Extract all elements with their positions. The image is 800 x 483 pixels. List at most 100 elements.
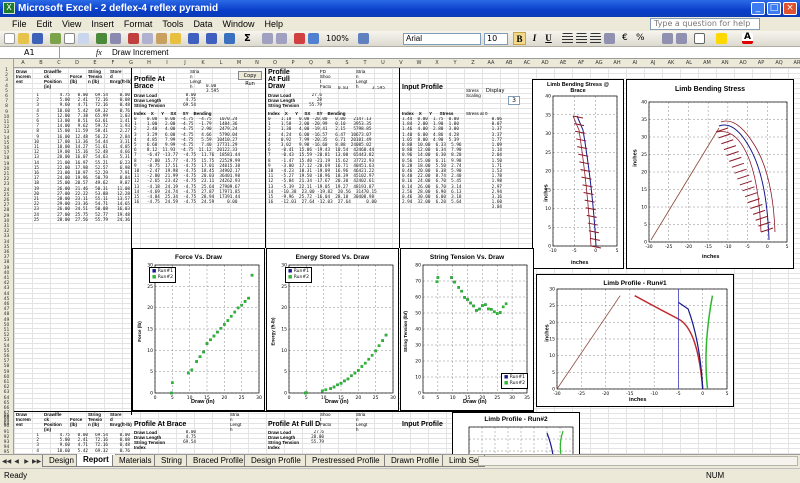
tab-drawn-profile[interactable]: Drawn Profile — [384, 455, 447, 467]
column-header[interactable]: U — [374, 59, 392, 68]
column-header[interactable]: Y — [446, 59, 464, 68]
column-header[interactable]: AI — [626, 59, 644, 68]
chart-wizard-icon[interactable] — [294, 33, 305, 44]
help-search-input[interactable]: Type a question for help — [650, 18, 760, 30]
column-header[interactable]: C — [50, 59, 68, 68]
menu-help[interactable]: Help — [259, 17, 288, 31]
menu-file[interactable]: File — [0, 17, 32, 31]
chart-tension-draw[interactable]: String Tension Vs. Draw 0 5 10 15 20 25 30 35 80… — [400, 248, 534, 411]
column-header[interactable]: E — [86, 59, 104, 68]
column-header[interactable]: O — [266, 59, 284, 68]
research-icon[interactable] — [110, 33, 121, 44]
stress-scaling-spinner[interactable]: 3 — [508, 96, 520, 105]
close-icon[interactable]: × — [783, 2, 797, 15]
column-header[interactable]: I — [158, 59, 176, 68]
column-header[interactable]: F — [104, 59, 122, 68]
redo-icon[interactable] — [206, 33, 217, 44]
menu-window[interactable]: Window — [217, 17, 259, 31]
tab-design-profile[interactable]: Design Profile — [244, 455, 308, 467]
chart-limb-stress[interactable]: Limb Bending Stress -30 -25 -20 -15 -10 -5 0 5 4… — [626, 79, 794, 269]
column-header[interactable]: AM — [698, 59, 716, 68]
font-color-icon[interactable]: A — [742, 33, 753, 44]
italic-button[interactable]: I — [528, 32, 541, 45]
column-header[interactable]: Q — [302, 59, 320, 68]
column-header[interactable]: AP — [752, 59, 770, 68]
menu-format[interactable]: Format — [119, 17, 158, 31]
column-header[interactable]: N — [248, 59, 266, 68]
print-icon[interactable] — [64, 33, 75, 44]
column-header[interactable]: AN — [716, 59, 734, 68]
column-header[interactable]: AC — [518, 59, 536, 68]
column-header[interactable]: P — [284, 59, 302, 68]
save-icon[interactable] — [32, 33, 43, 44]
spelling-icon[interactable] — [96, 33, 107, 44]
column-header[interactable]: J — [176, 59, 194, 68]
column-header[interactable]: L — [212, 59, 230, 68]
column-header[interactable]: AH — [608, 59, 626, 68]
column-header[interactable]: H — [140, 59, 158, 68]
column-header[interactable]: AL — [680, 59, 698, 68]
sort-descending-icon[interactable] — [276, 33, 287, 44]
column-header[interactable]: D — [68, 59, 86, 68]
align-right-icon[interactable] — [590, 33, 601, 44]
autosum-icon[interactable]: Σ — [244, 33, 251, 44]
paste-icon[interactable] — [156, 33, 167, 44]
decrease-indent-icon[interactable] — [662, 33, 673, 44]
fx-icon[interactable]: fx — [96, 47, 102, 58]
menu-insert[interactable]: Insert — [86, 17, 119, 31]
chart-force-draw[interactable]: Force Vs. Draw 0 5 10 15 20 25 30 30 25 20 15 10 5 0 … — [132, 248, 265, 411]
tab-string[interactable]: String — [154, 455, 189, 467]
menu-view[interactable]: View — [57, 17, 86, 31]
maximize-icon[interactable]: □ — [767, 2, 781, 15]
copy-run-button[interactable]: Copy Run — [238, 71, 262, 87]
column-header[interactable]: AB — [500, 59, 518, 68]
print-preview-icon[interactable] — [78, 33, 89, 44]
tab-materials[interactable]: Materials — [112, 455, 159, 467]
last-sheet-icon[interactable]: ▶▶ — [32, 457, 41, 466]
tab-braced-profile[interactable]: Braced Profile — [186, 455, 251, 467]
column-header[interactable]: AG — [590, 59, 608, 68]
next-sheet-icon[interactable]: ▶ — [22, 457, 31, 466]
column-header[interactable]: AE — [554, 59, 572, 68]
tab-prestressed-profile[interactable]: Prestressed Profile — [305, 455, 387, 467]
chart-limb-stress-brace[interactable]: Limb Bending Stress @ Brace -10 -5 0 5 40 35 3… — [532, 79, 624, 269]
column-header[interactable]: AR — [788, 59, 800, 68]
permission-icon[interactable] — [50, 33, 61, 44]
chart-energy-draw[interactable]: Energy Stored Vs. Draw 0 5 10 15 20 25 30 30 25 2… — [266, 248, 399, 411]
percent-icon[interactable]: % — [636, 33, 645, 43]
align-left-icon[interactable] — [562, 33, 573, 44]
undo-icon[interactable] — [188, 33, 199, 44]
sort-ascending-icon[interactable] — [262, 33, 273, 44]
column-header[interactable]: AD — [536, 59, 554, 68]
font-size-selector[interactable]: 10 — [484, 33, 508, 45]
column-header[interactable]: B — [32, 59, 50, 68]
column-header[interactable]: R — [320, 59, 338, 68]
fill-color-icon[interactable] — [716, 33, 727, 44]
menu-tools[interactable]: Tools — [157, 17, 188, 31]
merge-center-icon[interactable] — [604, 33, 615, 44]
formula-input[interactable]: Draw Increment — [112, 47, 168, 58]
column-header[interactable]: X — [428, 59, 446, 68]
column-header[interactable]: Z — [464, 59, 482, 68]
column-header[interactable]: AJ — [644, 59, 662, 68]
help-icon[interactable] — [358, 33, 369, 44]
first-sheet-icon[interactable]: ◀◀ — [2, 457, 11, 466]
currency-icon[interactable]: € — [622, 33, 628, 43]
prev-sheet-icon[interactable]: ◀ — [12, 457, 21, 466]
excel-icon[interactable]: X — [3, 2, 15, 14]
column-header[interactable]: AA — [482, 59, 500, 68]
column-header[interactable]: AK — [662, 59, 680, 68]
font-selector[interactable]: Arial — [403, 33, 481, 45]
column-header[interactable]: G — [122, 59, 140, 68]
column-header[interactable]: AF — [572, 59, 590, 68]
zoom-box[interactable]: 100% — [326, 34, 349, 43]
column-header[interactable]: AO — [734, 59, 752, 68]
hyperlink-icon[interactable] — [224, 33, 235, 44]
copy-icon[interactable] — [142, 33, 153, 44]
column-header[interactable]: W — [410, 59, 428, 68]
format-painter-icon[interactable] — [170, 33, 181, 44]
column-header[interactable]: A — [14, 59, 32, 68]
column-header[interactable]: K — [194, 59, 212, 68]
column-header[interactable]: S — [338, 59, 356, 68]
align-center-icon[interactable] — [576, 33, 587, 44]
